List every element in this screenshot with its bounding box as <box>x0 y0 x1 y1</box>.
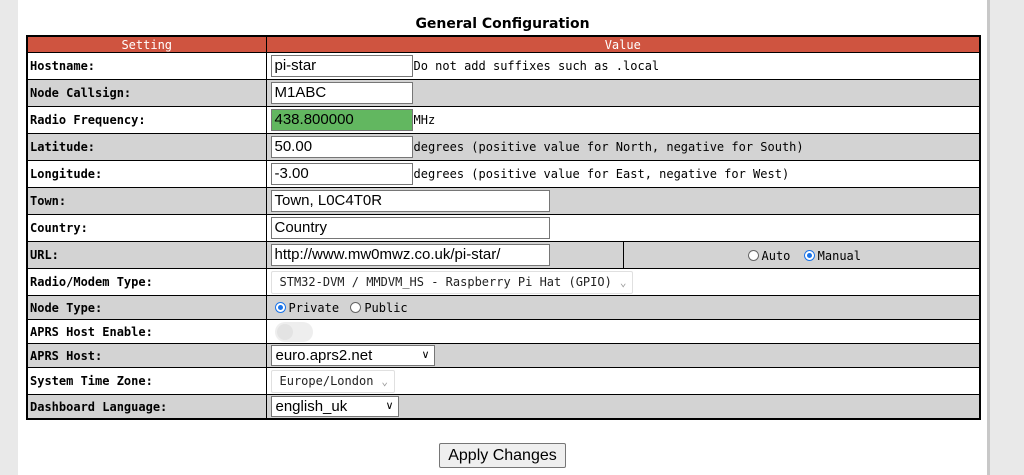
config-table: Setting Value Hostname: pi-star Do not ad… <box>26 35 981 420</box>
hostname-cell: pi-star Do not add suffixes such as .loca… <box>265 52 981 80</box>
url-cell: http://www.mw0mwz.co.uk/pi-star/ Auto Ma… <box>265 241 981 269</box>
latitude-label: Latitude: <box>26 133 267 161</box>
callsign-cell: M1ABC <box>265 79 981 107</box>
url-input[interactable]: http://www.mw0mwz.co.uk/pi-star/ <box>270 244 550 266</box>
hostname-hint: Do not add suffixes such as .local <box>413 59 660 73</box>
chevron-down-icon: ∨ <box>385 400 394 412</box>
table-row: Dashboard Language: english_uk ∨ <box>26 394 981 420</box>
table-row: Radio/Modem Type: STM32-DVM / MMDVM_HS -… <box>26 268 981 296</box>
country-label: Country: <box>26 214 267 242</box>
page-title: General Configuration <box>415 16 590 32</box>
chevron-down-icon: ∨ <box>421 349 430 361</box>
url-mode-group: Auto Manual <box>622 242 980 268</box>
table-row: Longitude: -3.00 degrees (positive value … <box>26 160 981 188</box>
hostname-input[interactable]: pi-star <box>270 55 413 77</box>
timezone-label: System Time Zone: <box>26 367 267 395</box>
callsign-label: Node Callsign: <box>26 79 267 107</box>
node-type-label: Node Type: <box>26 295 267 320</box>
table-row: Node Type: Private Public <box>26 295 981 320</box>
table-row: APRS Host: euro.aprs2.net ∨ <box>26 343 981 368</box>
timezone-cell: Europe/London ⌄ <box>265 367 981 395</box>
timezone-select[interactable]: Europe/London ⌄ <box>270 369 396 393</box>
table-row: Town: Town, L0C4T0R <box>26 187 981 215</box>
table-row: APRS Host Enable: <box>26 319 981 344</box>
timezone-select-value: Europe/London <box>279 373 374 388</box>
table-row: Node Callsign: M1ABC <box>26 79 981 107</box>
chevron-down-icon: ⌄ <box>619 275 627 289</box>
frequency-label: Radio Frequency: <box>26 106 267 134</box>
node-public-radio[interactable] <box>350 302 362 314</box>
modem-cell: STM32-DVM / MMDVM_HS - Raspberry Pi Hat … <box>265 268 981 296</box>
aprs-host-cell: euro.aprs2.net ∨ <box>265 343 981 368</box>
url-label: URL: <box>26 241 267 269</box>
latitude-hint: degrees (positive value for North, negat… <box>413 140 804 154</box>
aprs-host-select-value: euro.aprs2.net <box>275 347 373 364</box>
town-input[interactable]: Town, L0C4T0R <box>270 190 550 212</box>
aprs-enable-label: APRS Host Enable: <box>26 319 267 344</box>
modem-select[interactable]: STM32-DVM / MMDVM_HS - Raspberry Pi Hat … <box>270 270 634 294</box>
town-cell: Town, L0C4T0R <box>265 187 981 215</box>
country-input[interactable]: Country <box>270 217 550 239</box>
table-row: Radio Frequency: 438.800000 MHz <box>26 106 981 134</box>
language-cell: english_uk ∨ <box>265 394 981 420</box>
table-row: Hostname: pi-star Do not add suffixes suc… <box>26 52 981 80</box>
country-cell: Country <box>265 214 981 242</box>
node-private-radio[interactable] <box>274 302 286 314</box>
latitude-input[interactable]: 50.00 <box>270 136 413 158</box>
longitude-input[interactable]: -3.00 <box>270 163 413 185</box>
page-edge <box>987 0 990 475</box>
table-row: Country: Country <box>26 214 981 242</box>
modem-label: Radio/Modem Type: <box>26 268 267 296</box>
town-label: Town: <box>26 187 267 215</box>
url-auto-radio[interactable] <box>747 250 759 261</box>
url-auto-label: Auto <box>761 248 791 263</box>
modem-select-value: STM32-DVM / MMDVM_HS - Raspberry Pi Hat … <box>279 274 612 289</box>
callsign-input[interactable]: M1ABC <box>270 82 413 104</box>
apply-changes-button[interactable]: Apply Changes <box>439 443 566 468</box>
table-row: System Time Zone: Europe/London ⌄ <box>26 367 981 395</box>
table-row: Latitude: 50.00 degrees (positive value f… <box>26 133 981 161</box>
frequency-cell: 438.800000 MHz <box>265 106 981 134</box>
aprs-host-label: APRS Host: <box>26 343 267 368</box>
url-manual-radio[interactable] <box>803 250 815 261</box>
language-label: Dashboard Language: <box>26 394 267 420</box>
node-private-label: Private <box>288 300 340 315</box>
chevron-down-icon: ⌄ <box>381 374 389 388</box>
url-manual-label: Manual <box>817 248 861 263</box>
frequency-unit: MHz <box>413 113 436 127</box>
node-type-cell: Private Public <box>265 295 981 320</box>
frequency-input[interactable]: 438.800000 <box>270 109 413 131</box>
config-page: General Configuration Setting Value Host… <box>18 0 987 475</box>
column-header-value: Value <box>265 35 981 53</box>
table-row: URL: http://www.mw0mwz.co.uk/pi-star/ Au… <box>26 241 981 269</box>
aprs-enable-cell <box>265 319 981 344</box>
aprs-host-select[interactable]: euro.aprs2.net ∨ <box>270 345 435 366</box>
aprs-enable-toggle[interactable] <box>274 321 313 342</box>
column-header-setting: Setting <box>26 35 267 53</box>
node-public-label: Public <box>364 300 408 315</box>
language-select[interactable]: english_uk ∨ <box>270 396 399 417</box>
longitude-cell: -3.00 degrees (positive value for East, n… <box>265 160 981 188</box>
longitude-label: Longitude: <box>26 160 267 188</box>
hostname-label: Hostname: <box>26 52 267 80</box>
latitude-cell: 50.00 degrees (positive value for North, … <box>265 133 981 161</box>
longitude-hint: degrees (positive value for East, negati… <box>413 167 790 181</box>
language-select-value: english_uk <box>275 398 348 415</box>
